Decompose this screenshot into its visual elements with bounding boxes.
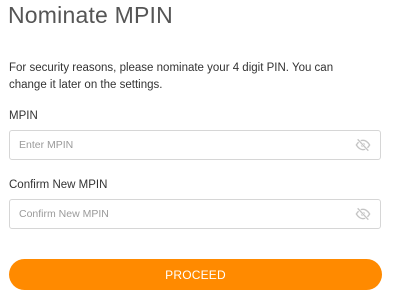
- page-title: Nominate MPIN: [8, 2, 173, 28]
- eye-slash-icon[interactable]: [355, 138, 371, 152]
- mpin-field-container: [9, 130, 381, 160]
- confirm-mpin-field-container: [9, 199, 381, 229]
- confirm-mpin-input[interactable]: [10, 200, 349, 228]
- instruction-line-1: For security reasons, please nominate yo…: [9, 62, 334, 74]
- mpin-input[interactable]: [10, 131, 349, 159]
- confirm-mpin-label: Confirm New MPIN: [9, 179, 108, 191]
- instruction-text: For security reasons, please nominate yo…: [9, 60, 394, 94]
- instruction-line-2: change it later on the settings.: [9, 79, 163, 91]
- eye-slash-icon[interactable]: [355, 207, 371, 221]
- mpin-label: MPIN: [9, 110, 38, 122]
- proceed-button[interactable]: PROCEED: [9, 259, 382, 290]
